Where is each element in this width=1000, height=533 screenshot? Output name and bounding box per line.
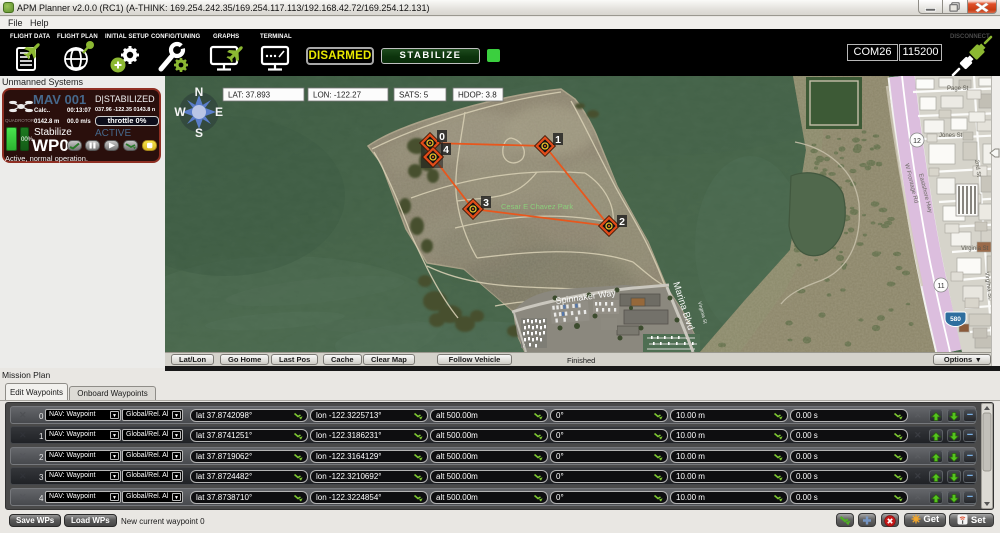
svg-text:SATS: 5: SATS: 5 bbox=[399, 91, 429, 100]
svg-text:12: 12 bbox=[913, 138, 921, 145]
svg-text:N: N bbox=[195, 85, 204, 99]
svg-text:1: 1 bbox=[555, 134, 561, 146]
svg-text:11: 11 bbox=[937, 283, 944, 290]
svg-text:4: 4 bbox=[443, 144, 449, 156]
svg-text:LON: -122.27: LON: -122.27 bbox=[313, 91, 362, 100]
svg-text:2: 2 bbox=[619, 216, 625, 228]
svg-text:S: S bbox=[195, 126, 203, 140]
svg-text:Virginia St: Virginia St bbox=[961, 246, 989, 252]
svg-text:0: 0 bbox=[439, 131, 445, 143]
svg-text:Page St: Page St bbox=[947, 86, 969, 92]
svg-text:LAT: 37.893: LAT: 37.893 bbox=[228, 91, 271, 100]
svg-text:Cesar E Chavez Park: Cesar E Chavez Park bbox=[501, 202, 573, 211]
svg-text:W: W bbox=[174, 105, 186, 119]
svg-text:Jones St: Jones St bbox=[939, 133, 963, 139]
svg-text:3: 3 bbox=[483, 197, 489, 209]
svg-text:HDOP: 3.8: HDOP: 3.8 bbox=[458, 91, 497, 100]
svg-text:E: E bbox=[215, 105, 223, 119]
svg-text:580: 580 bbox=[950, 316, 961, 323]
